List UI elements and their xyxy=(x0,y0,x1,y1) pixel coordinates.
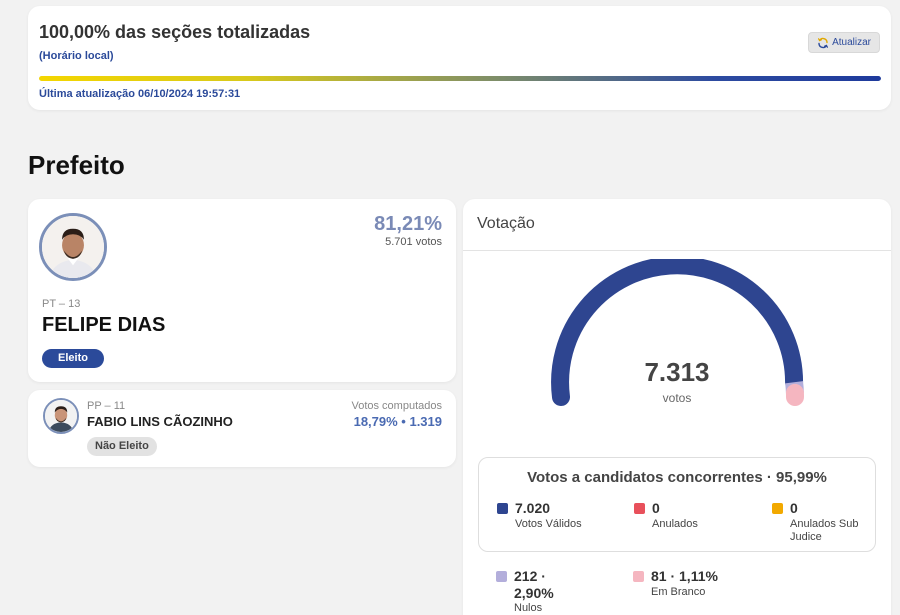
votes-computed-label: Votos computados xyxy=(351,400,442,412)
legend-label: Votos Válidos xyxy=(515,518,582,530)
candidate-votes: 5.701 votos xyxy=(385,236,442,248)
legend-label: Em Branco xyxy=(651,586,706,598)
candidate-percentage: 81,21% xyxy=(374,213,442,235)
refresh-label: Atualizar xyxy=(832,37,871,48)
gauge-total-votes: 7.313 xyxy=(644,357,710,387)
totalization-progress-bar xyxy=(39,76,881,81)
legend-label: Anulados Sub Judice xyxy=(790,518,859,543)
totalization-status-card: 100,00% das seções totalizadas (Horário … xyxy=(28,6,891,110)
candidate-name: FELIPE DIAS xyxy=(42,314,166,336)
candidate-photo-icon xyxy=(45,400,77,432)
legend-label: Anulados xyxy=(652,518,698,530)
candidate-card-runner-up[interactable]: PP – 11 FABIO LINS CÃOZINHO Votos comput… xyxy=(28,390,456,467)
legend-value: 0 xyxy=(790,500,798,516)
concorrentes-title: Votos a candidatos concorrentes · 95,99% xyxy=(527,469,827,486)
legend-swatch xyxy=(497,503,508,514)
votacao-panel: Votação 7.313 votos Votos a candidatos c… xyxy=(463,199,891,615)
status-badge: Não Eleito xyxy=(87,437,157,456)
legend-value: 212 · 2,90% xyxy=(514,568,554,601)
last-update: Última atualização 06/10/2024 19:57:31 xyxy=(39,88,241,100)
candidate-photo-icon xyxy=(42,216,104,278)
section-title: Prefeito xyxy=(28,150,125,180)
refresh-icon xyxy=(817,37,829,49)
divider xyxy=(463,250,891,251)
candidate-name: FABIO LINS CÃOZINHO xyxy=(87,414,233,429)
legend-swatch xyxy=(772,503,783,514)
legend-label: Nulos xyxy=(514,602,543,614)
totalization-progress-fill xyxy=(39,76,881,81)
avatar xyxy=(39,213,107,281)
gauge-total-label: votos xyxy=(662,391,692,405)
local-time-note: (Horário local) xyxy=(39,50,114,62)
refresh-button[interactable]: Atualizar xyxy=(808,32,880,53)
votacao-title: Votação xyxy=(477,215,535,232)
totalization-title: 100,00% das seções totalizadas xyxy=(39,22,311,42)
legend-swatch xyxy=(496,571,507,582)
candidate-card-winner[interactable]: 81,21% 5.701 votos PT – 13 FELIPE DIAS E… xyxy=(28,199,456,382)
legend-value: 0 xyxy=(652,500,660,516)
candidate-stats: 18,79% • 1.319 xyxy=(353,414,442,429)
concorrentes-summary: Votos a candidatos concorrentes · 95,99%… xyxy=(478,457,876,552)
status-badge: Eleito xyxy=(42,349,104,368)
legend-swatch xyxy=(633,571,644,582)
candidate-party: PP – 11 xyxy=(87,400,126,412)
avatar xyxy=(43,398,79,434)
candidate-party: PT – 13 xyxy=(42,298,81,310)
legend-value: 7.020 xyxy=(515,500,551,516)
legend-value: 81 · 1,11% xyxy=(651,568,718,584)
legend-swatch xyxy=(634,503,645,514)
